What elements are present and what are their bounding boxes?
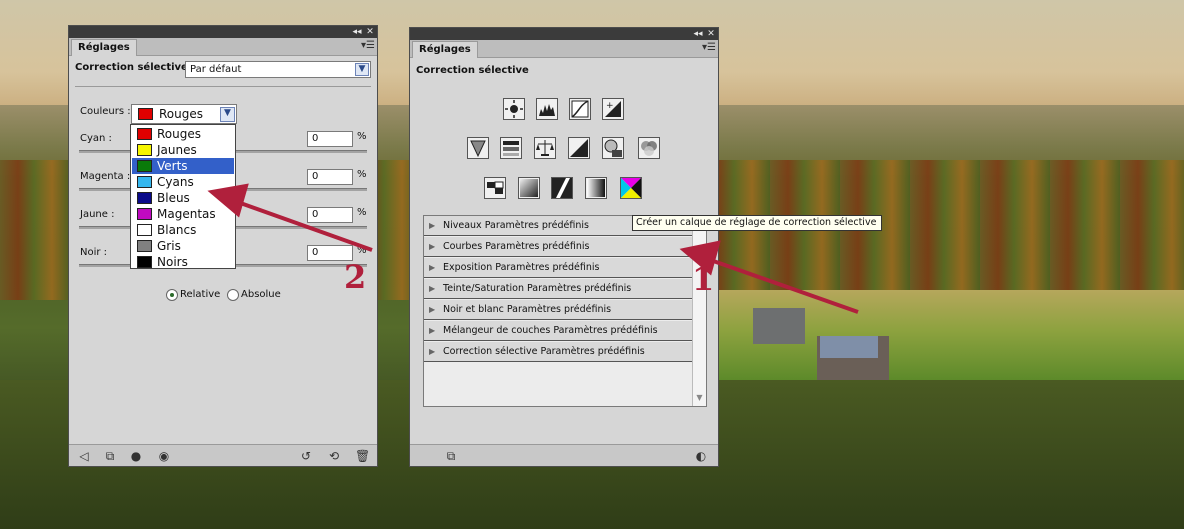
arrow-line [701,255,859,314]
arrow-line [231,198,373,252]
arrow-head [207,183,249,218]
annotation-number-two: 2 [344,258,367,296]
annotation-number-one: 1 [692,260,715,298]
annotation-arrows [207,183,859,314]
